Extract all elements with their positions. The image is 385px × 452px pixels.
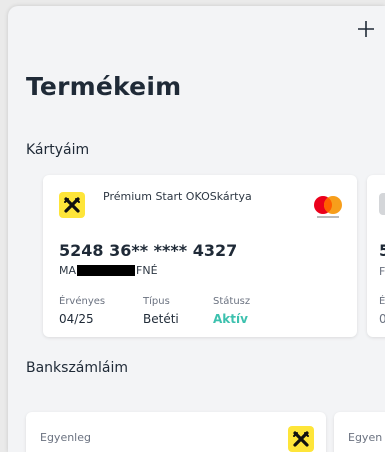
products-sheet: Termékeim Kártyáim Prémium Start OKOSkár…: [8, 6, 385, 452]
account-tile[interactable]: Egyenleg: [26, 412, 326, 452]
next-balance-label: Egyen: [348, 431, 383, 444]
raiffeisen-logo-icon: [288, 426, 314, 452]
balance-label: Egyenleg: [40, 431, 91, 444]
mastercard-logo-icon: [314, 196, 342, 218]
redaction-bar: [77, 265, 136, 276]
next-card-label: É: [379, 296, 385, 307]
raiffeisen-logo-icon: [59, 192, 85, 218]
card-tile[interactable]: Prémium Start OKOSkártya 5248 36** **** …: [43, 175, 357, 337]
card-product-name: Prémium Start OKOSkártya: [103, 190, 252, 203]
status-value: Aktív: [213, 312, 248, 326]
card-holder-name: MA FNÉ: [59, 264, 158, 277]
card-holder-prefix: MA: [59, 264, 77, 277]
card-logo-placeholder: [379, 193, 385, 215]
cards-section-label: Kártyáim: [26, 142, 90, 158]
expiry-value: 04/25: [59, 312, 94, 326]
next-card-tile[interactable]: 5 F É 0: [367, 175, 385, 337]
plus-icon: [358, 21, 374, 37]
type-value: Betéti: [143, 312, 179, 326]
status-label: Státusz: [213, 296, 251, 307]
next-card-holder: F: [379, 265, 385, 278]
type-label: Típus: [143, 296, 170, 307]
card-number: 5248 36** **** 4327: [59, 241, 238, 260]
next-account-tile[interactable]: Egyen: [334, 412, 385, 452]
add-product-button[interactable]: [353, 16, 379, 42]
next-card-value: 0: [379, 312, 385, 326]
next-card-number: 5: [379, 241, 385, 260]
accounts-section-label: Bankszámláim: [26, 360, 129, 376]
page-title: Termékeim: [26, 72, 182, 101]
card-holder-suffix: FNÉ: [136, 264, 158, 277]
expiry-label: Érvényes: [59, 296, 106, 307]
